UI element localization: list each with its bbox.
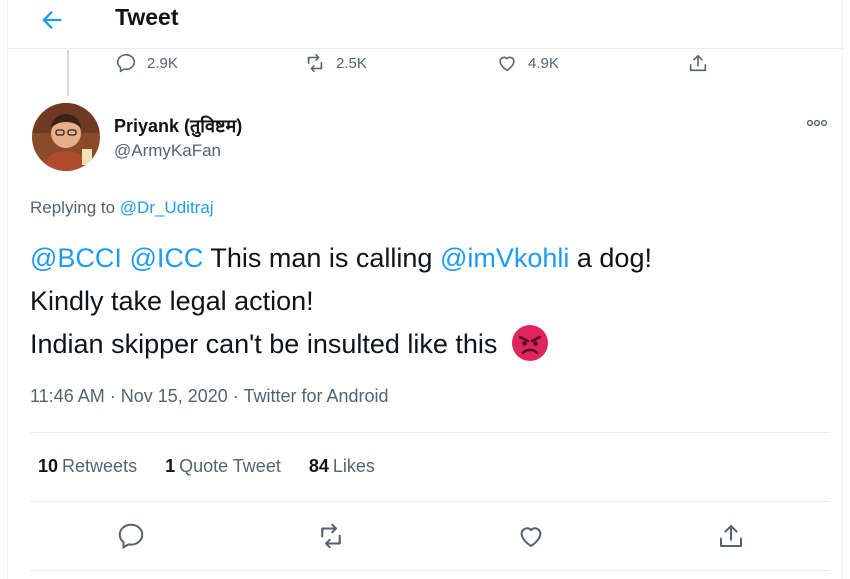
divider [30,432,830,433]
back-button[interactable] [38,6,66,34]
reply-icon [118,523,144,549]
replying-handle-link[interactable]: @Dr_Uditraj [120,198,214,217]
more-icon [806,119,828,127]
parent-reply-value: 2.9K [147,54,178,72]
mention-bcci[interactable]: @BCCI [30,243,122,273]
parent-like-value: 4.9K [528,54,559,72]
mention-imvkohli[interactable]: @imVkohli [440,243,569,273]
parent-reply-count[interactable]: 2.9K [115,52,178,74]
header-divider [8,48,844,49]
likes-label: Likes [332,456,375,476]
more-options-button[interactable] [804,114,830,132]
like-icon [520,527,542,547]
tweet-timestamp[interactable]: 11:46 AM · Nov 15, 2020 · Twitter for An… [30,386,389,407]
like-icon [499,56,515,72]
parent-retweet-count[interactable]: 2.5K [304,52,367,74]
tweet-line-2: Kindly take legal action! [30,286,314,316]
engagement-counts: 10 Retweets 1 Quote Tweet 84 Likes [38,456,375,477]
tweet-text-segment: a dog! [569,243,652,273]
likes-count[interactable]: 84 Likes [309,456,375,477]
likes-number: 84 [308,456,329,476]
share-icon [720,525,742,547]
parent-like-count[interactable]: 4.9K [496,52,559,74]
retweets-number: 10 [38,456,59,476]
parent-retweet-value: 2.5K [336,54,367,72]
page-title: Tweet [115,4,179,30]
author-name[interactable]: Priyank (तुविष्टम) [114,114,242,138]
retweets-count[interactable]: 10 Retweets [38,456,137,477]
quotes-label: Quote Tweet [179,456,281,476]
avatar-image [32,103,100,171]
replying-prefix: Replying to [30,198,120,217]
thread-connector [67,50,69,96]
retweet-icon [321,523,341,549]
quotes-number: 1 [165,456,176,476]
like-button[interactable] [516,521,546,551]
reply-button[interactable] [116,521,146,551]
tweet-line-3: Indian skipper can't be insulted like th… [30,323,652,366]
author-handle[interactable]: @ArmyKaFan [114,141,221,161]
reply-icon [116,53,136,73]
parent-share-button[interactable] [687,52,709,74]
tweet-page: Tweet 2.9K 2.5K 4.9K Priyank (तुविष्टम) … [7,0,844,579]
divider [30,501,830,502]
quote-tweets-count[interactable]: 1 Quote Tweet [165,456,281,477]
mention-icc[interactable]: @ICC [129,243,203,273]
replying-to: Replying to @Dr_Uditraj [30,198,214,218]
retweets-label: Retweets [62,456,138,476]
tweet-line-1: @BCCI @ICC This man is calling @imVkohli… [30,237,652,280]
retweet-button[interactable] [316,521,346,551]
share-button[interactable] [716,521,746,551]
tweet-text: @BCCI @ICC This man is calling @imVkohli… [30,237,652,366]
back-arrow-icon [42,11,62,29]
tweet-text-segment: This man is calling [203,243,440,273]
share-icon [689,54,707,72]
avatar[interactable] [32,103,100,171]
angry-face-emoji [511,324,548,361]
divider [30,570,830,571]
tweet-line-3-text: Indian skipper can't be insulted like th… [30,329,498,359]
header: Tweet [8,0,844,48]
retweet-icon [307,53,323,73]
